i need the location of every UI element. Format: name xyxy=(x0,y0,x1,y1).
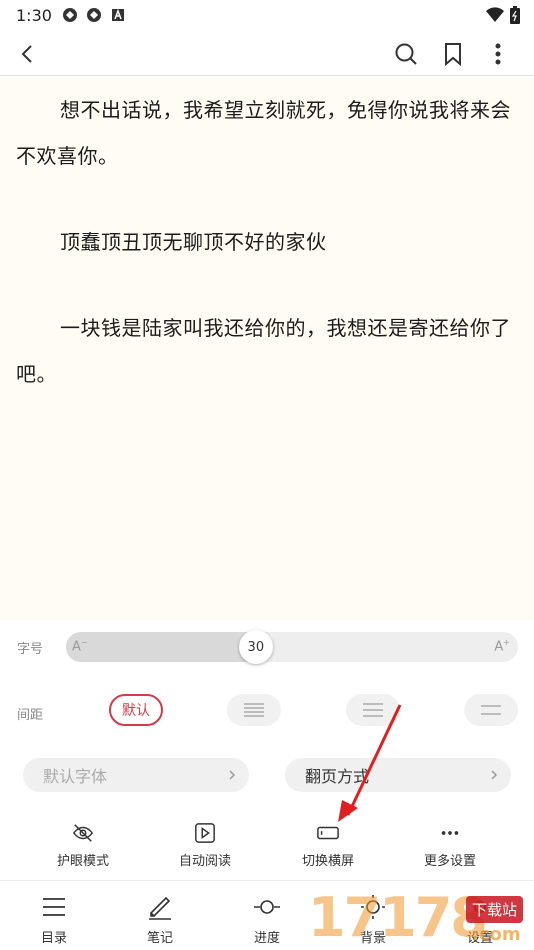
landscape-label: 切换横屏 xyxy=(301,854,354,869)
a-icon xyxy=(110,7,126,23)
watermark: 17178 下载站 .com xyxy=(300,884,534,950)
more-settings-label: 更多设置 xyxy=(423,854,476,869)
list-icon xyxy=(43,898,65,916)
font-larger-icon[interactable]: A+ xyxy=(494,638,510,654)
spacing-tight-button[interactable] xyxy=(227,694,281,726)
auto-read-label: 自动阅读 xyxy=(178,854,231,869)
reading-area[interactable]: 想不出话说，我希望立刻就死，免得你说我将来会不欢喜你。 顶蠢顶丑顶无聊顶不好的家… xyxy=(0,77,534,620)
watermark-badge: 下载站 xyxy=(466,896,524,923)
font-size-slider[interactable]: A− 30 A+ xyxy=(66,630,518,664)
spacing-label: 间距 xyxy=(17,708,44,723)
reader-toolbar xyxy=(0,30,534,76)
bookmark-button[interactable] xyxy=(437,38,469,70)
font-smaller-icon[interactable]: A− xyxy=(72,638,88,654)
eye-off-icon xyxy=(72,824,94,842)
spacing-loose-button[interactable] xyxy=(464,694,518,726)
settings-panel: 字号 A− 30 A+ 间距 默认 默认字体 翻页方式 护眼模式 自动阅读 切换… xyxy=(0,620,534,880)
nav-toc-label: 目录 xyxy=(40,931,67,946)
pencil-icon xyxy=(149,896,171,920)
more-button[interactable] xyxy=(482,38,514,70)
more-settings-button[interactable]: 更多设置 xyxy=(400,822,500,869)
chevron-right-icon xyxy=(229,770,236,780)
more-icon xyxy=(495,43,501,65)
slider-thumb[interactable]: 30 xyxy=(238,630,273,664)
app-notification-icon xyxy=(62,7,78,23)
nav-notes-label: 笔记 xyxy=(146,931,173,946)
status-time: 1:30 xyxy=(16,5,52,25)
slider-fill xyxy=(66,632,256,662)
spacing-default-label: 默认 xyxy=(122,703,150,719)
play-icon xyxy=(195,823,215,843)
line-spacing-loose-icon xyxy=(481,705,501,715)
app-notification-icon xyxy=(86,7,102,23)
status-bar: 1:30 xyxy=(0,0,534,30)
nav-toc[interactable]: 目录 xyxy=(14,893,94,946)
search-button[interactable] xyxy=(390,38,422,70)
back-button[interactable] xyxy=(12,38,44,70)
back-icon xyxy=(21,45,32,63)
auto-read-button[interactable]: 自动阅读 xyxy=(155,822,255,869)
search-icon xyxy=(395,43,417,65)
watermark-number: 17178 xyxy=(308,886,488,949)
font-size-label: 字号 xyxy=(17,642,44,657)
font-select-button[interactable]: 默认字体 xyxy=(23,758,249,792)
paragraph: 想不出话说，我希望立刻就死，免得你说我将来会不欢喜你。 xyxy=(16,98,511,168)
paragraph: 一块钱是陆家叫我还给你的，我想还是寄还给你了吧。 xyxy=(16,316,511,386)
nav-notes[interactable]: 笔记 xyxy=(120,893,200,946)
font-size-value: 30 xyxy=(247,639,265,655)
eye-protect-label: 护眼模式 xyxy=(56,854,109,869)
watermark-suffix: .com xyxy=(472,924,521,945)
font-select-label: 默认字体 xyxy=(43,767,108,786)
battery-icon xyxy=(510,6,520,28)
eye-protect-button[interactable]: 护眼模式 xyxy=(33,822,133,869)
annotation-arrow xyxy=(338,704,402,822)
bookmark-icon xyxy=(445,43,461,66)
wifi-icon xyxy=(486,7,504,27)
line-spacing-tight-icon xyxy=(244,703,264,717)
paragraph: 顶蠢顶丑顶无聊顶不好的家伙 xyxy=(60,230,327,254)
chevron-right-icon xyxy=(491,770,498,780)
ellipsis-icon xyxy=(441,831,459,835)
progress-icon xyxy=(254,900,280,914)
nav-progress-label: 进度 xyxy=(253,931,280,946)
nav-progress[interactable]: 进度 xyxy=(227,893,307,946)
spacing-default-button[interactable]: 默认 xyxy=(109,694,163,726)
